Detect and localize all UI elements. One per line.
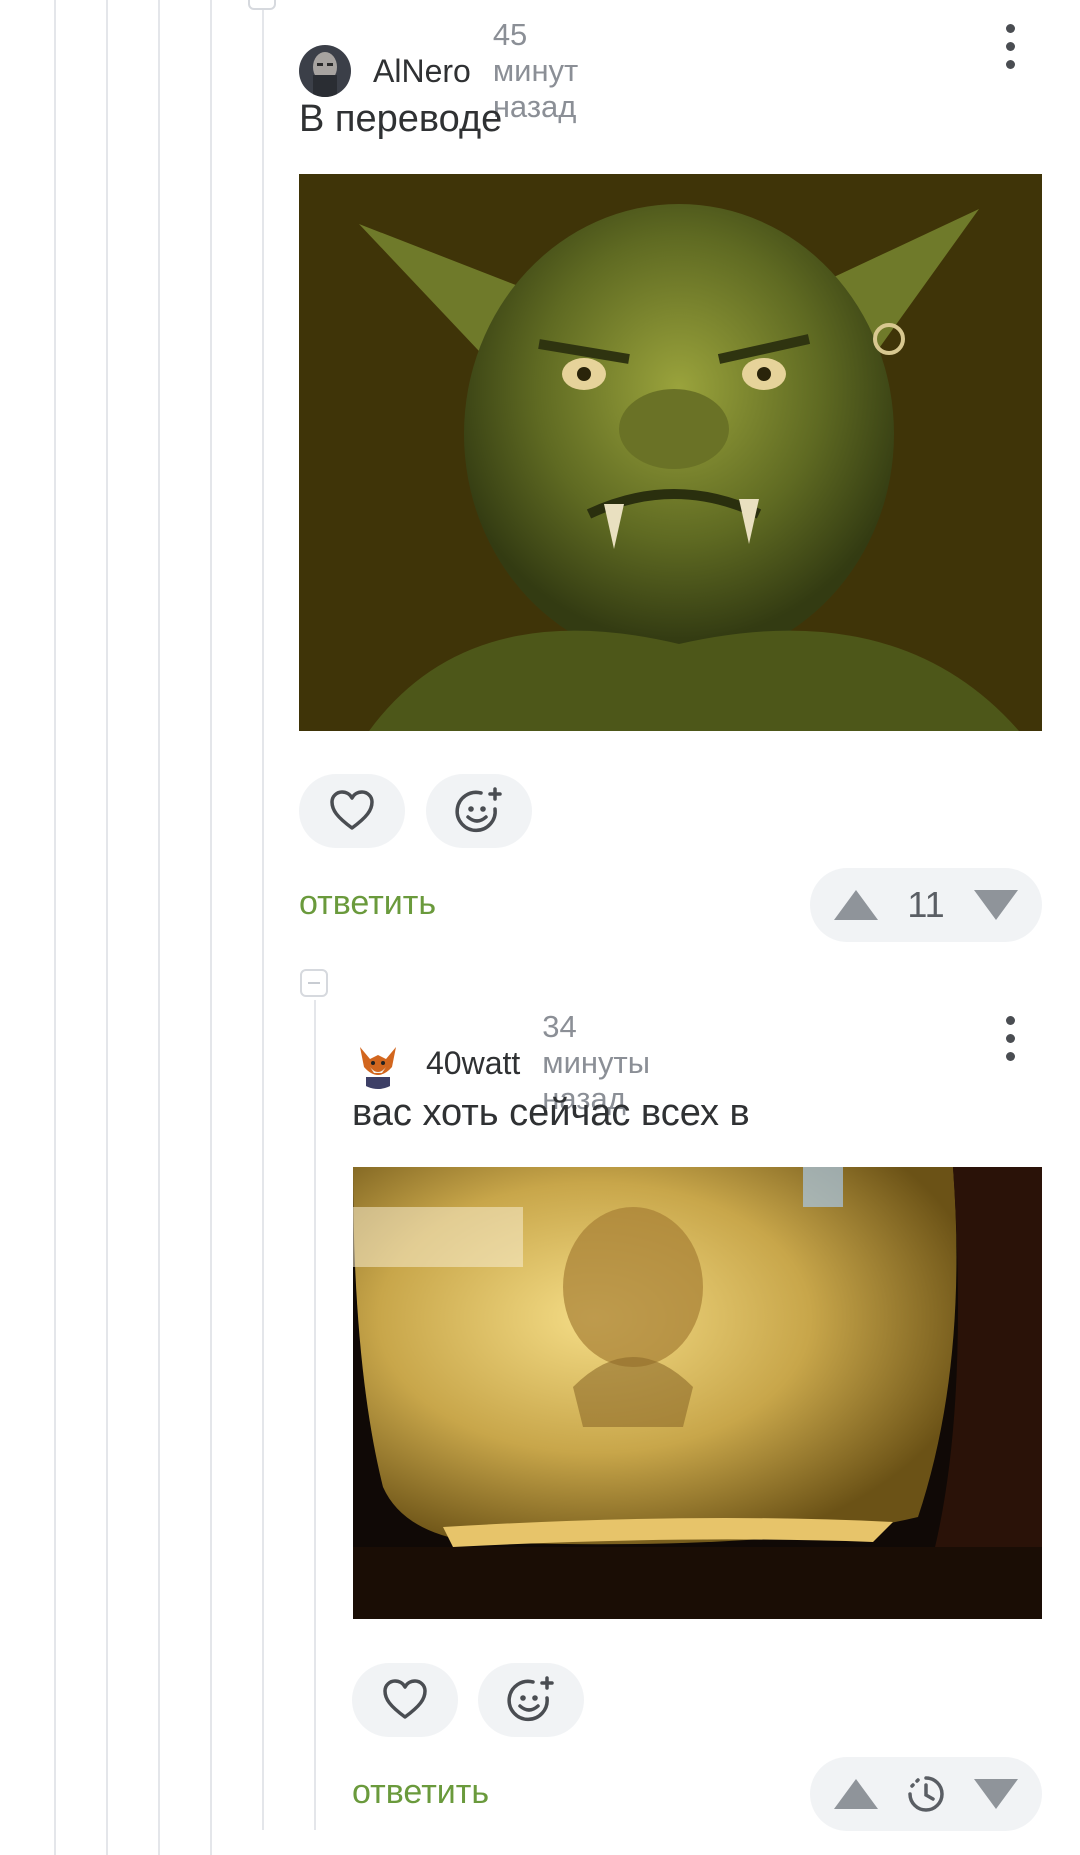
reply-link[interactable]: ответить	[352, 1773, 489, 1812]
score: 11	[907, 884, 945, 925]
like-button[interactable]	[299, 774, 405, 848]
username[interactable]: AlNero	[373, 53, 471, 90]
tv-reflection-image[interactable]	[353, 1167, 1042, 1619]
thread-line-5	[262, 0, 264, 1830]
thread-line-3	[158, 0, 160, 1855]
kebab-menu-icon[interactable]	[1004, 24, 1016, 69]
downvote-button[interactable]	[974, 1779, 1018, 1809]
avatar[interactable]	[299, 45, 351, 97]
avatar[interactable]	[352, 1037, 404, 1089]
clock-icon	[908, 1776, 944, 1812]
orc-image[interactable]	[299, 174, 1042, 731]
comment-text: вас хоть сейчас всех в	[352, 1092, 750, 1134]
username[interactable]: 40watt	[426, 1045, 520, 1082]
collapse-reply-button[interactable]	[300, 969, 328, 997]
smiley-plus-icon	[507, 1676, 554, 1722]
downvote-button[interactable]	[974, 890, 1018, 920]
comment-text: В переводе	[299, 98, 503, 140]
like-button[interactable]	[352, 1663, 458, 1737]
upvote-button[interactable]	[834, 890, 878, 920]
kebab-menu-icon[interactable]	[1004, 1016, 1016, 1061]
vote-control: 11	[810, 868, 1042, 942]
reply-link[interactable]: ответить	[299, 884, 436, 923]
upvote-button[interactable]	[834, 1779, 878, 1809]
smiley-plus-icon	[455, 787, 502, 833]
thread-line-4	[210, 0, 212, 1855]
heart-icon	[383, 1679, 427, 1719]
react-button[interactable]	[426, 774, 532, 848]
thread-line-2	[106, 0, 108, 1855]
thread-line-6	[314, 1000, 316, 1830]
collapse-thread-button[interactable]	[248, 0, 276, 10]
react-button[interactable]	[478, 1663, 584, 1737]
vote-control	[810, 1757, 1042, 1831]
heart-icon	[330, 790, 374, 830]
thread-line-1	[54, 0, 56, 1855]
timestamp: 45 минут назад	[492, 17, 579, 124]
